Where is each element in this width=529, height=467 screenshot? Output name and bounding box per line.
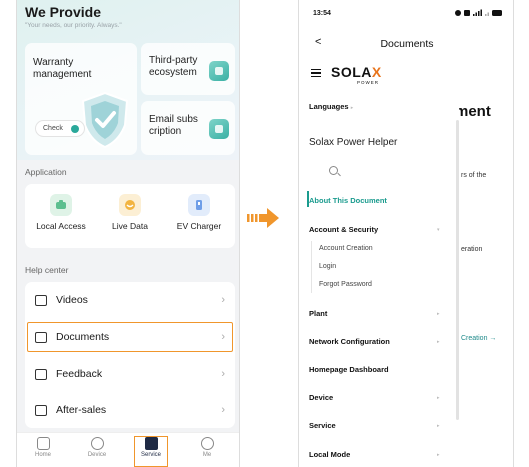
app-local-access[interactable]: Local Access	[31, 194, 91, 231]
shield-icon	[81, 91, 129, 149]
third-party-card[interactable]: Third-party ecosystem	[141, 43, 235, 95]
tab-label: Me	[202, 452, 212, 458]
check-arrow-icon	[71, 125, 79, 133]
sidebar-item-device[interactable]: Device	[309, 393, 333, 402]
search-icon[interactable]	[329, 166, 338, 175]
solax-logo: SOLAX	[331, 64, 382, 80]
email-label: Email subs cription	[149, 114, 198, 137]
chevron-right-icon: ›	[221, 294, 225, 306]
document-text: eration	[461, 246, 483, 253]
help-center-label: Help center	[25, 265, 69, 275]
chevron-right-icon: ▸	[437, 395, 440, 401]
app-label: Local Access	[36, 221, 86, 231]
tab-label: Home	[34, 452, 51, 458]
page-subtitle: "Your needs, our priority. Always."	[25, 22, 122, 29]
app-label: EV Charger	[176, 221, 222, 231]
sidebar-item-about[interactable]: About This Document	[309, 196, 387, 205]
chevron-right-icon: ▸	[350, 105, 354, 111]
live-data-icon	[119, 194, 141, 216]
documents-highlight-box	[27, 322, 233, 352]
chevron-right-icon: ▸	[437, 423, 440, 429]
sidebar-subitem-forgot-password[interactable]: Forgot Password	[319, 281, 372, 288]
chevron-down-icon: ▾	[437, 227, 440, 233]
helper-title: Solax Power Helper	[309, 137, 398, 148]
app-ev-charger[interactable]: EV Charger	[169, 194, 229, 231]
sidebar-item-network[interactable]: Network Configuration	[309, 337, 390, 346]
check-label: Check	[43, 125, 63, 132]
sidebar-item-account[interactable]: Account & Security	[309, 225, 378, 234]
tab-me[interactable]: Me	[187, 437, 227, 458]
help-center-panel: Videos › Documents › Feedback › After-sa…	[25, 282, 235, 428]
bottom-tab-bar: Home Device Service Me	[17, 432, 239, 467]
ev-charger-icon	[188, 194, 210, 216]
tab-home[interactable]: Home	[23, 437, 63, 458]
status-icons	[455, 9, 503, 19]
chevron-right-icon: ›	[221, 368, 225, 380]
sidebar-subitem-login[interactable]: Login	[319, 263, 336, 270]
service-tab-highlight-box	[134, 436, 168, 467]
warranty-card[interactable]: Warranty management Check	[25, 43, 137, 155]
sidebar-scrollbar[interactable]	[456, 120, 459, 420]
logo-text-b: X	[371, 64, 382, 80]
page-title: We Provide	[25, 4, 101, 20]
right-phone-screen: 13:54 < Documents SOLAX POWER ment rs of…	[298, 0, 514, 467]
sidebar-item-languages[interactable]: Languages ▸	[309, 102, 353, 111]
help-item-videos[interactable]: Videos ›	[25, 286, 235, 314]
home-icon	[36, 437, 50, 450]
after-sales-icon	[35, 404, 47, 416]
video-icon	[35, 294, 47, 306]
chevron-right-icon: ▸	[437, 339, 440, 345]
nav-title: Documents	[380, 38, 434, 50]
tab-device[interactable]: Device	[77, 437, 117, 458]
help-item-after-sales[interactable]: After-sales ›	[25, 396, 235, 424]
email-card[interactable]: Email subs cription	[141, 101, 235, 155]
device-icon	[90, 437, 104, 450]
chevron-right-icon: ›	[221, 404, 225, 416]
local-access-icon	[50, 194, 72, 216]
check-button[interactable]: Check	[35, 120, 85, 137]
sidebar-item-label: Languages	[309, 102, 349, 111]
tab-label: Device	[87, 452, 107, 458]
application-panel: Local Access Live Data EV Charger	[25, 184, 235, 248]
status-time: 13:54	[313, 10, 331, 17]
feedback-icon	[35, 368, 47, 380]
chevron-right-icon: ▸	[437, 452, 440, 458]
third-party-label: Third-party ecosystem	[149, 55, 198, 78]
help-item-label: After-sales	[56, 404, 107, 416]
chevron-right-icon: ▸	[437, 311, 440, 317]
left-phone-screen: We Provide "Your needs, our priority. Al…	[16, 0, 240, 467]
hamburger-menu-icon[interactable]	[311, 69, 321, 77]
signal-battery-icon	[455, 9, 502, 16]
sidebar-item-service[interactable]: Service	[309, 421, 336, 430]
app-live-data[interactable]: Live Data	[100, 194, 160, 231]
help-item-label: Feedback	[56, 368, 103, 380]
sidebar-subitem-account-creation[interactable]: Account Creation	[319, 245, 373, 252]
help-item-feedback[interactable]: Feedback ›	[25, 360, 235, 388]
application-label: Application	[25, 167, 67, 177]
email-icon	[209, 119, 229, 139]
arrow-right-icon	[247, 208, 279, 228]
profile-icon	[200, 437, 214, 450]
app-label: Live Data	[112, 221, 148, 231]
logo-text-a: SOLA	[331, 64, 372, 80]
logo-subtext: POWER	[357, 80, 380, 85]
document-heading: ment	[455, 103, 491, 120]
document-text: rs of the	[461, 172, 487, 179]
document-link[interactable]: Creation →	[461, 335, 496, 342]
warranty-label: Warranty management	[33, 57, 92, 80]
sidebar-item-plant[interactable]: Plant	[309, 309, 327, 318]
help-item-label: Videos	[56, 294, 88, 306]
sidebar-item-local-mode[interactable]: Local Mode	[309, 450, 350, 459]
tree-line	[311, 241, 312, 293]
sidebar-item-homepage[interactable]: Homepage Dashboard	[309, 365, 389, 374]
ecosystem-icon	[209, 61, 229, 81]
